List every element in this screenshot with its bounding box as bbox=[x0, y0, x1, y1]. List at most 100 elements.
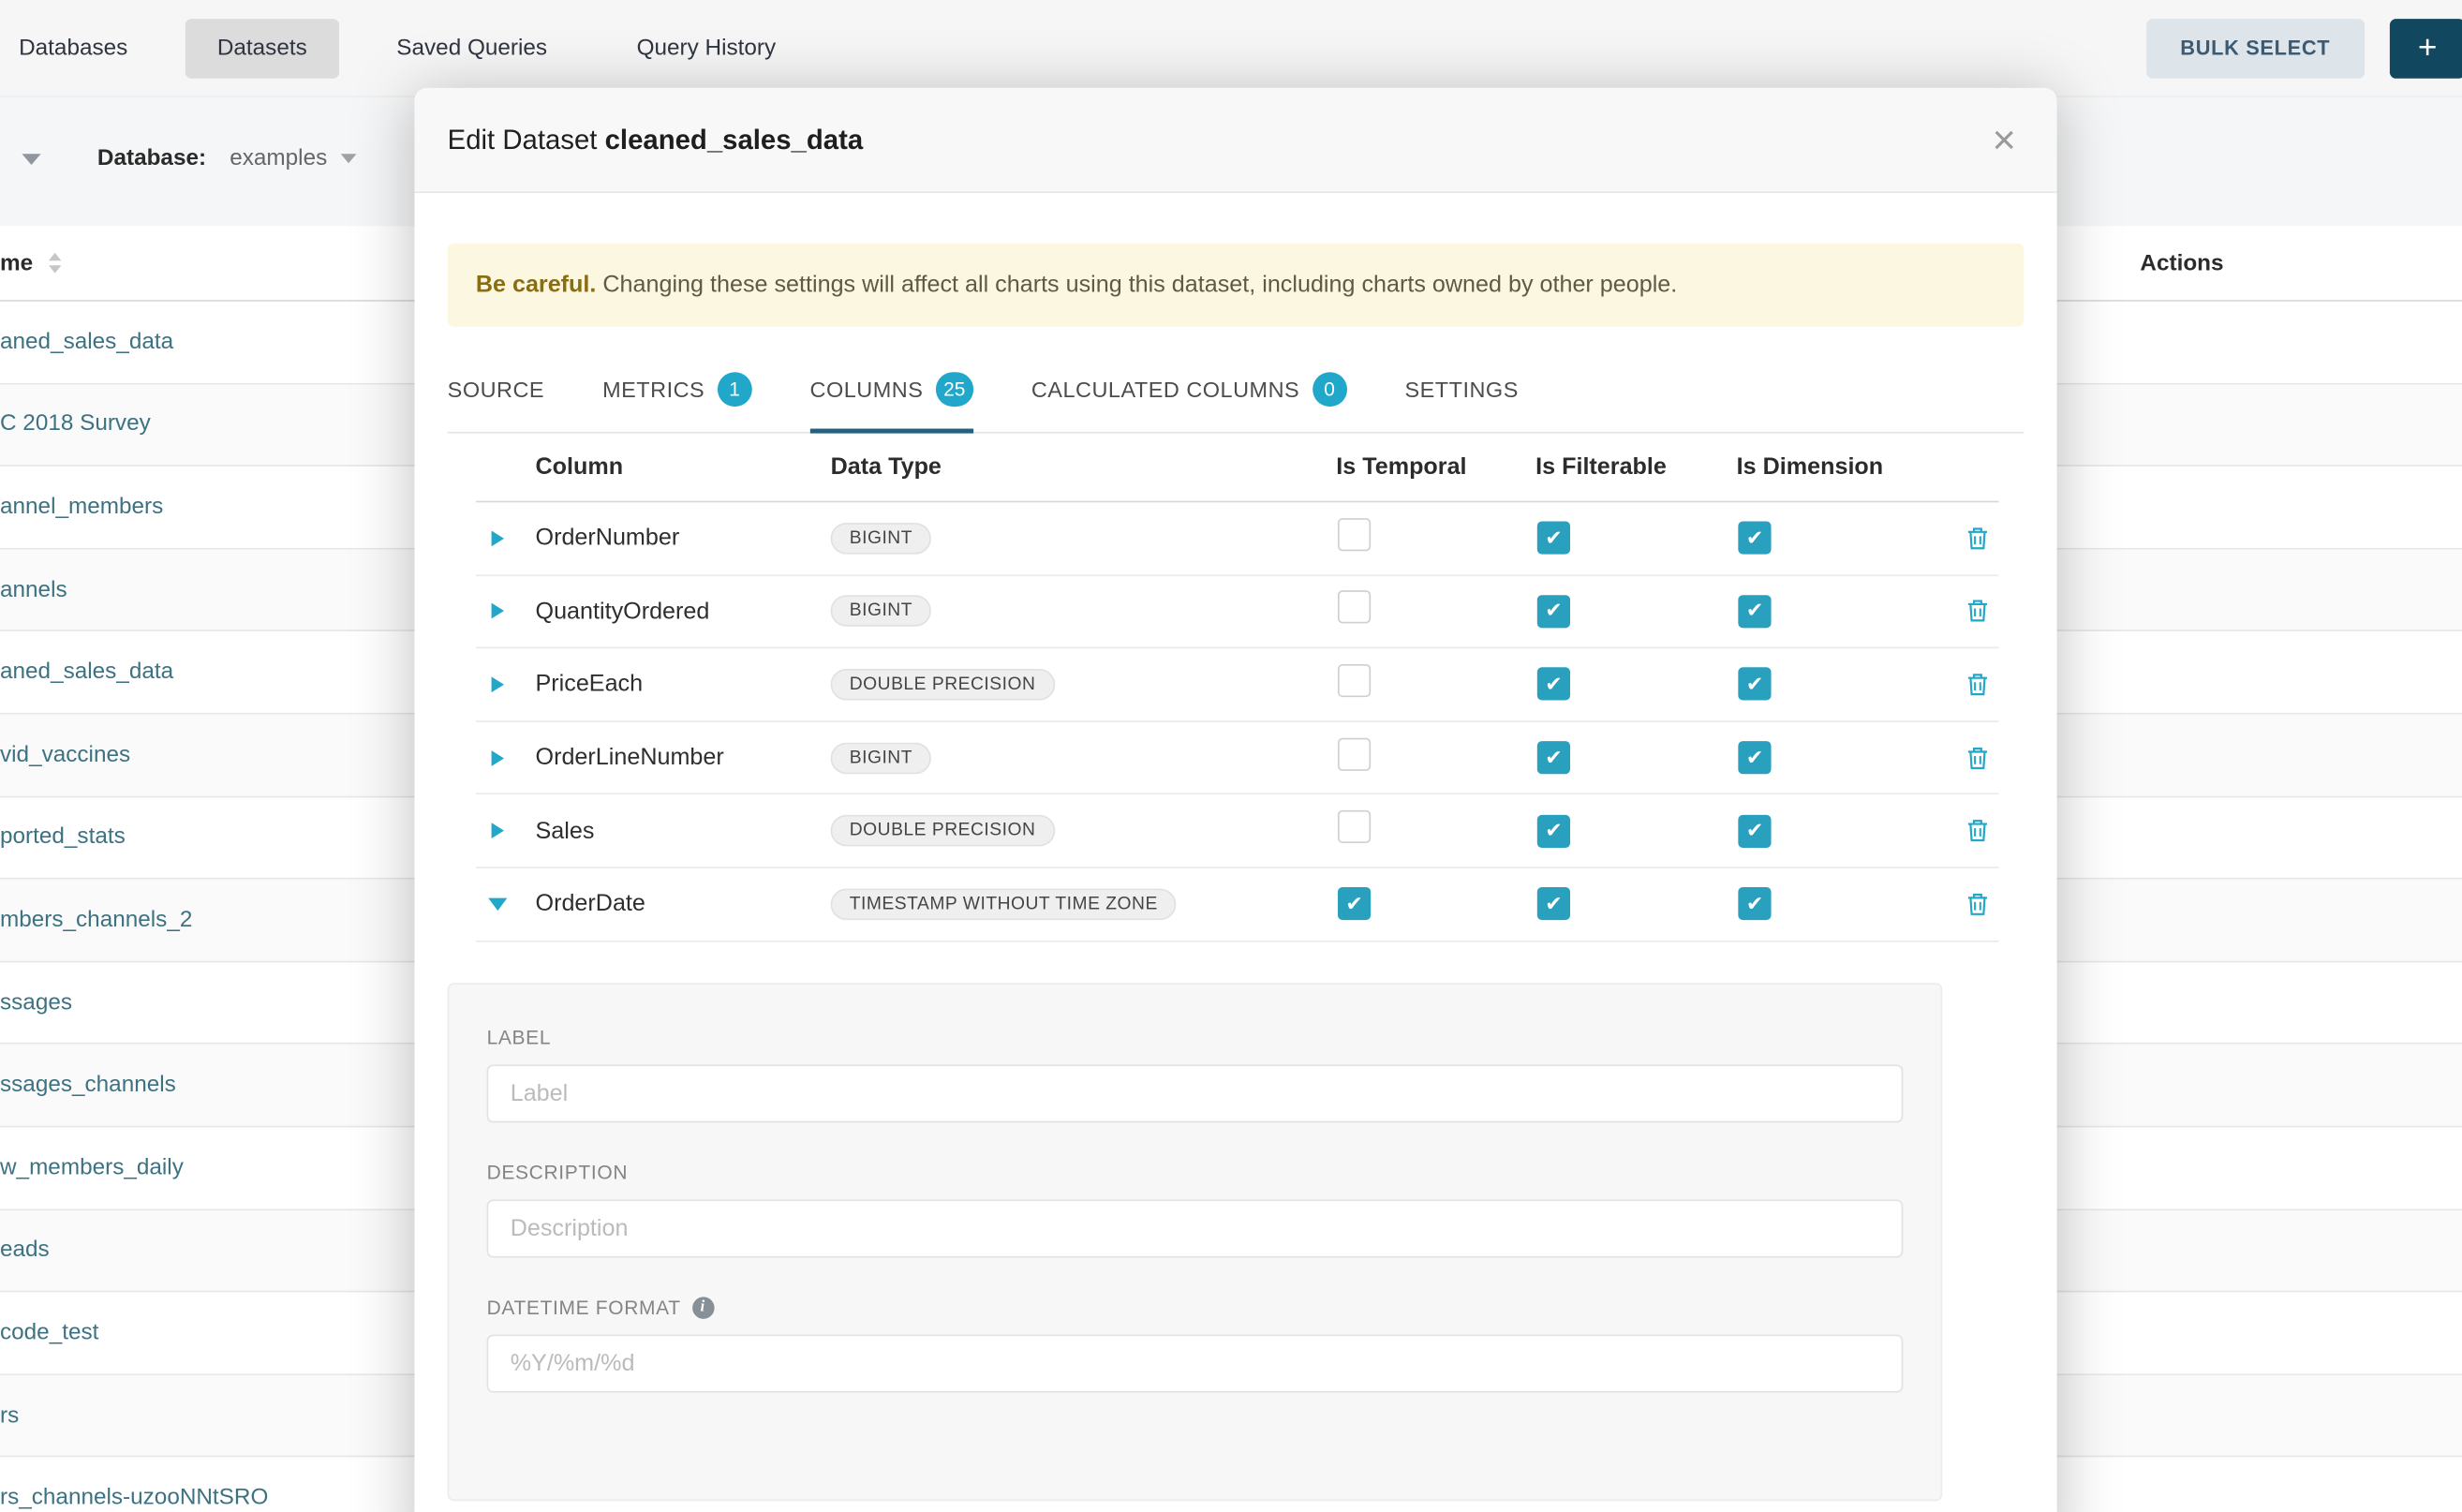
tab-source[interactable]: SOURCE bbox=[448, 366, 544, 432]
database-filter-select[interactable]: examples bbox=[230, 146, 357, 171]
tab-settings[interactable]: SETTINGS bbox=[1404, 366, 1518, 432]
actions-column-header: Actions bbox=[2140, 250, 2223, 275]
app-root: Databases Datasets Saved Queries Query Hist… bbox=[0, 0, 2462, 1512]
checkbox-is-filterable[interactable]: ✔ bbox=[1537, 522, 1570, 555]
column-row: OrderDateTIMESTAMP WITHOUT TIME ZONE ✔ ✔ ✔ bbox=[476, 868, 1999, 941]
checkbox-is-temporal[interactable] bbox=[1338, 737, 1371, 770]
delete-column-icon[interactable] bbox=[1965, 599, 1989, 624]
modal-header: Edit Dataset cleaned_sales_data × bbox=[414, 88, 2056, 193]
tab-calculated-columns[interactable]: CALCULATED COLUMNS0 bbox=[1031, 366, 1347, 432]
data-type-pill: DOUBLE PRECISION bbox=[831, 815, 1055, 847]
data-type-pill: BIGINT bbox=[831, 596, 932, 628]
nav-item-saved-queries[interactable]: Saved Queries bbox=[365, 18, 579, 78]
data-type-pill: TIMESTAMP WITHOUT TIME ZONE bbox=[831, 888, 1177, 920]
checkbox-is-filterable[interactable]: ✔ bbox=[1537, 741, 1570, 774]
expand-caret-icon[interactable] bbox=[492, 676, 504, 692]
dataset-link[interactable]: annels bbox=[0, 577, 67, 602]
top-nav: Databases Datasets Saved Queries Query Hist… bbox=[0, 0, 2462, 97]
dataset-link[interactable]: aned_sales_data bbox=[0, 330, 173, 355]
checkbox-is-filterable[interactable]: ✔ bbox=[1537, 887, 1570, 920]
datetime-format-input[interactable] bbox=[487, 1334, 1904, 1392]
checkbox-is-dimension[interactable]: ✔ bbox=[1738, 887, 1771, 920]
column-name: OrderNumber bbox=[536, 525, 831, 551]
dataset-link[interactable]: ported_stats bbox=[0, 825, 126, 851]
column-row: QuantityOrderedBIGINT✔✔ bbox=[476, 575, 1999, 648]
delete-column-icon[interactable] bbox=[1965, 892, 1989, 917]
dataset-link[interactable]: ssages_channels bbox=[0, 1073, 176, 1098]
modal-title-dataset-name: cleaned_sales_data bbox=[605, 124, 864, 156]
checkbox-is-dimension[interactable]: ✔ bbox=[1738, 595, 1771, 628]
nav-item-query-history[interactable]: Query History bbox=[605, 18, 808, 78]
dataset-link[interactable]: mbers_channels_2 bbox=[0, 908, 192, 933]
datetime-format-field-label: DATETIME FORMAT i bbox=[487, 1297, 1904, 1318]
plus-icon: + bbox=[2418, 30, 2438, 67]
data-type-pill: DOUBLE PRECISION bbox=[831, 669, 1055, 701]
header-is-dimension: Is Dimension bbox=[1737, 453, 1941, 480]
description-input[interactable] bbox=[487, 1199, 1904, 1257]
modal-body: Be careful. Changing these settings will… bbox=[414, 244, 2056, 1501]
checkbox-is-filterable[interactable]: ✔ bbox=[1537, 595, 1570, 628]
checkbox-is-dimension[interactable]: ✔ bbox=[1738, 522, 1771, 555]
dataset-link[interactable]: code_test bbox=[0, 1320, 98, 1345]
column-name: OrderDate bbox=[536, 891, 831, 917]
expand-caret-icon[interactable] bbox=[492, 603, 504, 619]
close-icon[interactable]: × bbox=[1993, 119, 2016, 160]
warning-banner: Be careful. Changing these settings will… bbox=[448, 244, 2024, 327]
tab-label: SETTINGS bbox=[1404, 377, 1518, 402]
dataset-link[interactable]: annel_members bbox=[0, 495, 163, 520]
dataset-link[interactable]: eads bbox=[0, 1238, 50, 1263]
checkbox-is-filterable[interactable]: ✔ bbox=[1537, 668, 1570, 701]
label-input[interactable] bbox=[487, 1064, 1904, 1122]
header-data-type: Data Type bbox=[831, 453, 1337, 480]
data-type-pill: BIGINT bbox=[831, 742, 932, 774]
expand-caret-icon[interactable] bbox=[492, 823, 504, 839]
column-name: PriceEach bbox=[536, 671, 831, 697]
nav-item-databases[interactable]: Databases bbox=[0, 18, 159, 78]
modal-title: Edit Dataset cleaned_sales_data bbox=[448, 124, 864, 156]
delete-column-icon[interactable] bbox=[1965, 745, 1989, 770]
collapse-caret-icon[interactable] bbox=[488, 897, 507, 910]
add-button[interactable]: + bbox=[2390, 18, 2462, 78]
chevron-down-icon[interactable] bbox=[22, 153, 40, 164]
header-is-filterable: Is Filterable bbox=[1535, 453, 1737, 480]
name-column-header[interactable]: me bbox=[0, 250, 33, 275]
edit-dataset-modal: Edit Dataset cleaned_sales_data × Be car… bbox=[414, 88, 2056, 1512]
delete-column-icon[interactable] bbox=[1965, 672, 1989, 697]
checkbox-is-temporal[interactable] bbox=[1338, 810, 1371, 843]
screen: Databases Datasets Saved Queries Query Hist… bbox=[0, 0, 2462, 1512]
column-detail-panel: LABEL DESCRIPTION DATETIME FORMAT i bbox=[448, 982, 1943, 1500]
label-field-label: LABEL bbox=[487, 1026, 1904, 1047]
column-row: PriceEachDOUBLE PRECISION ✔ ✔ bbox=[476, 649, 1999, 722]
dataset-link[interactable]: C 2018 Survey bbox=[0, 412, 151, 437]
datetime-format-label-text: DATETIME FORMAT bbox=[487, 1297, 681, 1318]
checkbox-is-temporal[interactable] bbox=[1338, 518, 1371, 551]
columns-table: Column Data Type Is Temporal Is Filterab… bbox=[476, 434, 1999, 941]
sort-icon[interactable] bbox=[49, 253, 61, 274]
checkbox-is-dimension[interactable]: ✔ bbox=[1738, 814, 1771, 847]
tabs: SOURCE METRICS1 COLUMNS25 CALCULATED COLUMN… bbox=[448, 366, 2024, 434]
dataset-link[interactable]: ssages bbox=[0, 990, 72, 1015]
delete-column-icon[interactable] bbox=[1965, 526, 1989, 551]
checkbox-is-dimension[interactable]: ✔ bbox=[1738, 668, 1771, 701]
dataset-link[interactable]: rs_channels-uzooNNtSRO bbox=[0, 1486, 268, 1511]
dataset-link[interactable]: aned_sales_data bbox=[0, 660, 173, 685]
tab-metrics[interactable]: METRICS1 bbox=[602, 366, 751, 432]
expand-caret-icon[interactable] bbox=[492, 530, 504, 546]
dataset-link[interactable]: vid_vaccines bbox=[0, 742, 130, 767]
bulk-select-button[interactable]: BULK SELECT bbox=[2145, 18, 2365, 78]
checkbox-is-dimension[interactable]: ✔ bbox=[1738, 741, 1771, 774]
expand-caret-icon[interactable] bbox=[492, 749, 504, 765]
tab-columns[interactable]: COLUMNS25 bbox=[810, 366, 973, 432]
checkbox-is-temporal[interactable] bbox=[1338, 591, 1371, 624]
delete-column-icon[interactable] bbox=[1965, 818, 1989, 843]
columns-rows: OrderNumberBIGINT✔✔QuantityOrderedBIGINT… bbox=[476, 502, 1999, 941]
nav-item-datasets[interactable]: Datasets bbox=[185, 18, 338, 78]
dataset-link[interactable]: rs bbox=[0, 1403, 19, 1429]
checkbox-is-temporal[interactable]: ✔ bbox=[1338, 887, 1371, 920]
tab-label: COLUMNS bbox=[810, 377, 924, 402]
description-field-group: DESCRIPTION bbox=[487, 1162, 1904, 1257]
info-icon[interactable]: i bbox=[691, 1297, 713, 1318]
checkbox-is-filterable[interactable]: ✔ bbox=[1537, 814, 1570, 847]
checkbox-is-temporal[interactable] bbox=[1338, 664, 1371, 697]
dataset-link[interactable]: w_members_daily bbox=[0, 1155, 184, 1180]
